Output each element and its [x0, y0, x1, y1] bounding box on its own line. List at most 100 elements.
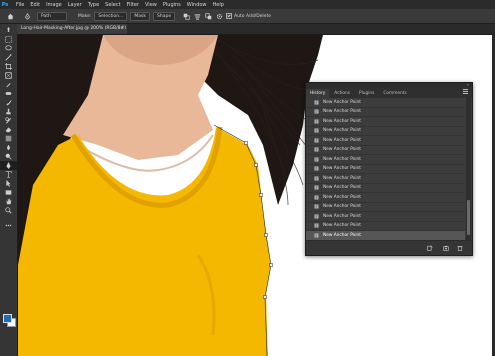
path-arrangement-icon[interactable] — [204, 12, 212, 20]
selection-button[interactable]: Selection... — [94, 11, 128, 21]
history-item-label: New Anchor Point — [323, 213, 361, 219]
anchor-point[interactable] — [244, 141, 248, 145]
mask-button-label: Mask — [134, 13, 146, 19]
pen-icon[interactable] — [0, 161, 17, 170]
frame-icon[interactable] — [0, 71, 17, 80]
marquee-icon[interactable] — [0, 35, 17, 44]
crop-icon[interactable] — [0, 62, 17, 71]
history-item[interactable]: New Anchor Point — [306, 174, 465, 184]
history-item-label: New Anchor Point — [323, 156, 361, 162]
history-list: New Anchor Point New Anchor Point New Anch… — [306, 98, 465, 241]
menu-image[interactable]: Image — [43, 2, 65, 8]
history-item[interactable]: New Anchor Point — [306, 164, 465, 174]
menu-view[interactable]: View — [142, 2, 160, 8]
auto-add-delete-checkbox[interactable] — [226, 13, 233, 19]
anchor-point[interactable] — [259, 193, 263, 197]
brush-icon[interactable] — [0, 98, 17, 107]
history-brush-icon[interactable] — [0, 116, 17, 125]
history-scrollbar-thumb[interactable] — [467, 200, 470, 235]
history-item-label: New Anchor Point — [323, 232, 361, 238]
history-item[interactable]: New Anchor Point — [306, 107, 465, 117]
camera-icon[interactable] — [442, 244, 449, 251]
path-select-icon[interactable] — [0, 179, 17, 188]
history-state-icon — [314, 166, 319, 171]
mask-button[interactable]: Mask — [130, 11, 150, 21]
shape-button[interactable]: Shape — [153, 11, 176, 21]
history-scrollbar[interactable] — [466, 98, 471, 241]
menu-plugins[interactable]: Plugins — [160, 2, 184, 8]
document-tab[interactable]: Long-Hair-Masking-After.jpg @ 200% (RGB/… — [17, 24, 127, 41]
move-icon[interactable] — [0, 26, 17, 35]
tab-comments[interactable]: Comments — [379, 89, 410, 98]
tool-mode-select[interactable]: Path — [37, 11, 67, 21]
history-state-icon — [314, 233, 319, 238]
history-state-icon — [314, 138, 319, 143]
selection-button-label: Selection... — [98, 13, 124, 19]
history-item[interactable]: New Anchor Point — [306, 183, 465, 193]
auto-add-delete-option[interactable]: Auto Add/Delete — [226, 13, 271, 19]
history-state-icon — [314, 195, 319, 200]
anchor-point[interactable] — [263, 295, 267, 299]
history-item[interactable]: New Anchor Point — [306, 212, 465, 222]
dodge-icon[interactable] — [0, 152, 17, 161]
menu-filter[interactable]: Filter — [124, 2, 142, 8]
menu-type[interactable]: Type — [85, 2, 102, 8]
history-state-icon — [314, 185, 319, 190]
lasso-icon[interactable] — [0, 44, 17, 53]
menu-select[interactable]: Select — [102, 2, 123, 8]
hand-icon[interactable] — [0, 197, 17, 206]
history-item[interactable]: New Anchor Point — [306, 117, 465, 127]
home-icon[interactable] — [6, 12, 14, 20]
path-alignment-icon[interactable] — [193, 12, 201, 20]
history-item-label: New Anchor Point — [323, 147, 361, 153]
anchor-point[interactable] — [254, 163, 258, 167]
foreground-color-swatch[interactable] — [3, 314, 12, 323]
history-state-icon — [314, 214, 319, 219]
history-item[interactable]: New Anchor Point — [306, 98, 465, 108]
eraser-icon[interactable] — [0, 125, 17, 134]
path-operations-icon[interactable] — [182, 12, 190, 20]
panel-menu-icon[interactable] — [463, 89, 468, 95]
menu-layer[interactable]: Layer — [65, 2, 85, 8]
history-item[interactable]: New Anchor Point — [306, 193, 465, 203]
history-item[interactable]: New Anchor Point — [306, 126, 465, 136]
menu-edit[interactable]: Edit — [27, 2, 43, 8]
menu-file[interactable]: File — [13, 2, 27, 8]
trash-icon[interactable] — [456, 244, 463, 251]
history-item-label: New Anchor Point — [323, 175, 361, 181]
history-state-icon — [314, 119, 319, 124]
tool-mode-value: Path — [41, 13, 51, 19]
history-state-icon — [314, 109, 319, 114]
healing-icon[interactable] — [0, 89, 17, 98]
history-item-label: New Anchor Point — [323, 194, 361, 200]
history-item[interactable]: New Anchor Point — [306, 145, 465, 155]
anchor-point[interactable] — [264, 233, 268, 237]
tab-actions[interactable]: Actions — [330, 89, 354, 98]
gradient-icon[interactable] — [0, 134, 17, 143]
pen-tool-icon[interactable] — [23, 12, 31, 20]
zoom-icon[interactable] — [0, 206, 17, 215]
eyedropper-icon[interactable] — [0, 80, 17, 89]
menu-help[interactable]: Help — [210, 2, 227, 8]
history-item[interactable]: New Anchor Point — [306, 136, 465, 146]
type-icon[interactable] — [0, 170, 17, 179]
history-item-label: New Anchor Point — [323, 204, 361, 210]
close-tab-icon[interactable]: × — [120, 24, 124, 34]
new-snapshot-doc-icon[interactable] — [426, 244, 433, 251]
tab-history[interactable]: History — [306, 89, 330, 98]
app-logo[interactable]: Ps — [0, 0, 10, 9]
clone-stamp-icon[interactable] — [0, 107, 17, 116]
history-item[interactable]: New Anchor Point — [306, 155, 465, 165]
settings-gear-icon[interactable] — [215, 12, 223, 20]
anchor-point[interactable] — [269, 263, 273, 267]
menu-window[interactable]: Window — [184, 2, 210, 8]
history-item-label: New Anchor Point — [323, 137, 361, 143]
more-tools-icon[interactable] — [0, 221, 17, 230]
magic-wand-icon[interactable] — [0, 53, 17, 62]
history-item[interactable]: New Anchor Point — [306, 221, 465, 231]
history-item-label: New Anchor Point — [323, 118, 361, 124]
blur-icon[interactable] — [0, 143, 17, 152]
rectangle-icon[interactable] — [0, 188, 17, 197]
history-item[interactable]: New Anchor Point — [306, 202, 465, 212]
tab-plugins[interactable]: Plugins — [355, 89, 378, 98]
